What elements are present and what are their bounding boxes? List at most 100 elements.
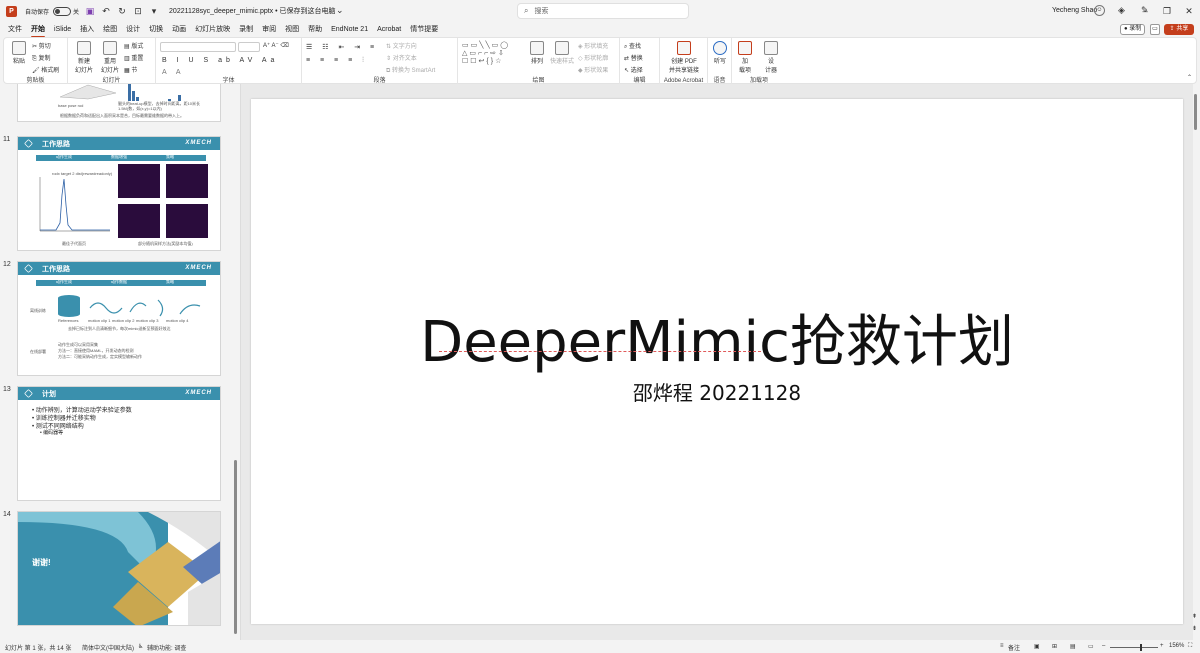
slide-thumbnail-10[interactable]: base pose rod 腿头的beat-up模型，去掉时间距离，距10米长 …: [17, 84, 221, 122]
search-input[interactable]: ⌕ 搜索: [517, 3, 689, 19]
save-icon[interactable]: ▣: [85, 6, 95, 16]
tab-acrobat[interactable]: Acrobat: [377, 26, 401, 34]
smartart-button[interactable]: ⧉ 转换为 SmartArt: [386, 65, 435, 75]
tab-animations[interactable]: 动画: [172, 24, 186, 35]
grow-font-icon[interactable]: A⁺ A⁻ ⌫: [263, 42, 289, 49]
find-button[interactable]: ⌕ 查找: [624, 41, 641, 51]
new-slide-label: 新建 幻灯片: [74, 59, 93, 74]
presentation-icon[interactable]: ⊡: [133, 6, 143, 16]
shape-outline-button[interactable]: ◇ 形状轮廓: [578, 53, 608, 62]
avatar[interactable]: ☺: [1094, 5, 1105, 16]
addins-button[interactable]: 加 载项: [734, 41, 756, 74]
font-format-buttons[interactable]: B I U S ab AV Aa: [162, 57, 278, 64]
undo-icon[interactable]: ↶: [101, 6, 111, 16]
accessibility-status[interactable]: 辅助功能: 调查: [147, 643, 186, 652]
tab-transitions[interactable]: 切换: [149, 24, 163, 35]
doc-options-chevron-icon[interactable]: ⌄: [336, 5, 344, 16]
language-status[interactable]: 简体中文(中国大陆): [82, 643, 134, 652]
thumb12-clip-2: motion clip 2: [112, 318, 135, 323]
tab-file[interactable]: 文件: [8, 24, 22, 35]
diamond-icon[interactable]: ◈: [1118, 5, 1125, 16]
section-button[interactable]: ▦ 节: [124, 65, 137, 74]
arrange-button[interactable]: 排列: [526, 41, 548, 65]
replace-label: 替换: [630, 56, 643, 62]
slideshow-icon[interactable]: ▭: [1088, 643, 1094, 650]
slide-thumbnail-14[interactable]: 谢谢!: [17, 511, 221, 626]
logo-hex-icon: [24, 389, 33, 398]
tab-design[interactable]: 设计: [126, 24, 140, 35]
quick-styles-button[interactable]: 快速样式: [550, 41, 574, 65]
dictate-button[interactable]: 听写: [710, 41, 730, 65]
autosave-toggle[interactable]: [53, 6, 72, 16]
prev-slide-icon[interactable]: ⇞: [1192, 613, 1197, 620]
slide-thumbnail-panel[interactable]: base pose rod 腿头的beat-up模型，去掉时间距离，距10米长 …: [0, 84, 240, 640]
fit-slide-icon[interactable]: ⛶: [1188, 643, 1192, 650]
text-direction-button[interactable]: ⇅ 文字方向: [386, 41, 417, 50]
format-painter-button[interactable]: 🖌 格式刷: [32, 65, 59, 74]
designer-button[interactable]: 设 计器: [760, 41, 782, 74]
tab-view[interactable]: 视图: [285, 24, 299, 35]
user-name[interactable]: Yecheng Shao: [1052, 7, 1097, 14]
copy-button[interactable]: ⎘ 复制: [32, 53, 50, 63]
zoom-slider[interactable]: [1110, 647, 1158, 648]
slide-scrollbar[interactable]: [1193, 88, 1198, 636]
select-button[interactable]: ↖ 选择: [624, 65, 643, 74]
normal-view-icon[interactable]: ▣: [1034, 643, 1040, 650]
zoom-level[interactable]: 156%: [1169, 643, 1184, 649]
notes-button[interactable]: 备注: [1008, 643, 1020, 652]
thumbnail-scrollbar-thumb[interactable]: [234, 460, 237, 634]
list-buttons[interactable]: ☰ ☷ ⇤ ⇥ ≡: [306, 43, 378, 51]
slide-thumbnail-12[interactable]: 工作思路 XMECH 动作生成 动作数据 策略 离线训练 References …: [17, 261, 221, 376]
tab-insert[interactable]: 插入: [80, 24, 94, 35]
tab-help[interactable]: 帮助: [308, 24, 322, 35]
minimize-icon[interactable]: –: [1134, 0, 1156, 22]
tab-home[interactable]: 开始: [31, 24, 45, 38]
thumbnail-scrollbar[interactable]: [233, 88, 237, 636]
tab-review[interactable]: 审阅: [262, 24, 276, 35]
reset-button[interactable]: ▥ 重置: [124, 53, 143, 62]
slide-subtitle[interactable]: 邵烨程 20221128: [251, 377, 1183, 406]
collapse-ribbon-icon[interactable]: ⌃: [1187, 74, 1192, 81]
customize-toolbar-icon[interactable]: ▾: [149, 6, 159, 16]
reading-view-icon[interactable]: ▤: [1070, 643, 1076, 650]
zoom-out-icon[interactable]: –: [1102, 643, 1105, 649]
restore-icon[interactable]: ❐: [1156, 0, 1178, 22]
notes-icon[interactable]: ≡: [1000, 643, 1004, 649]
shapes-gallery[interactable]: ▭▭╲╲▭◯ △▭⌐⌐⇨⇩ ☐☐↩{}☆: [462, 42, 510, 66]
slide-scrollbar-thumb[interactable]: [1194, 94, 1197, 130]
slide-sorter-icon[interactable]: ⊞: [1052, 643, 1057, 650]
tab-endnote[interactable]: EndNote 21: [331, 26, 368, 34]
tab-draw[interactable]: 绘图: [103, 24, 117, 35]
align-buttons[interactable]: ≡ ≡ ≡ ≡ ⫶: [306, 57, 368, 65]
create-pdf-button[interactable]: 创建 PDF 并共享链接: [662, 41, 706, 74]
redo-icon[interactable]: ↻: [117, 6, 127, 16]
new-slide-button[interactable]: 新建 幻灯片: [72, 41, 96, 74]
shape-effects-button[interactable]: ◆ 形状效果: [578, 65, 608, 74]
tab-record[interactable]: 录制: [239, 24, 253, 35]
font-size-input[interactable]: [238, 42, 260, 52]
thumb12-step-3: 策略: [166, 279, 174, 284]
font-name-input[interactable]: [160, 42, 236, 52]
slide-title[interactable]: DeeperMimic抢救计划: [251, 297, 1183, 378]
accessibility-icon[interactable]: ♿: [138, 643, 143, 650]
layout-button[interactable]: ▤ 版式: [124, 41, 143, 50]
tab-islide[interactable]: iSlide: [54, 26, 71, 34]
tab-slideshow[interactable]: 幻灯片放映: [195, 24, 230, 35]
replace-button[interactable]: ⇄ 替换: [624, 53, 643, 62]
tab-storyboard[interactable]: 情节提要: [410, 24, 438, 35]
shape-fill-button[interactable]: ◈ 形状填充: [578, 41, 608, 50]
comments-icon[interactable]: ▭: [1150, 24, 1160, 35]
record-button[interactable]: ● 录制: [1120, 24, 1146, 35]
share-button[interactable]: ⇪ 共享: [1164, 24, 1194, 35]
close-icon[interactable]: ✕: [1178, 0, 1200, 22]
zoom-slider-knob[interactable]: [1140, 644, 1142, 651]
align-text-button[interactable]: ⇕ 对齐文本: [386, 53, 417, 62]
next-slide-icon[interactable]: ⇟: [1192, 625, 1197, 632]
paste-button[interactable]: 粘贴: [8, 41, 30, 65]
reuse-slides-button[interactable]: 重用 幻灯片: [98, 41, 122, 74]
current-slide[interactable]: DeeperMimic抢救计划 邵烨程 20221128: [251, 99, 1183, 624]
slide-thumbnail-11[interactable]: 工作思路 XMECH 动作生成 数据增强 策略 rodx target 2 di…: [17, 136, 221, 251]
slide-thumbnail-13[interactable]: 计划 XMECH • 动作辨别，计算动运动学来验证参数 • 训练控制器并迁移实物…: [17, 386, 221, 501]
cut-button[interactable]: ✂ 剪切: [32, 41, 51, 50]
zoom-in-icon[interactable]: +: [1160, 643, 1164, 649]
